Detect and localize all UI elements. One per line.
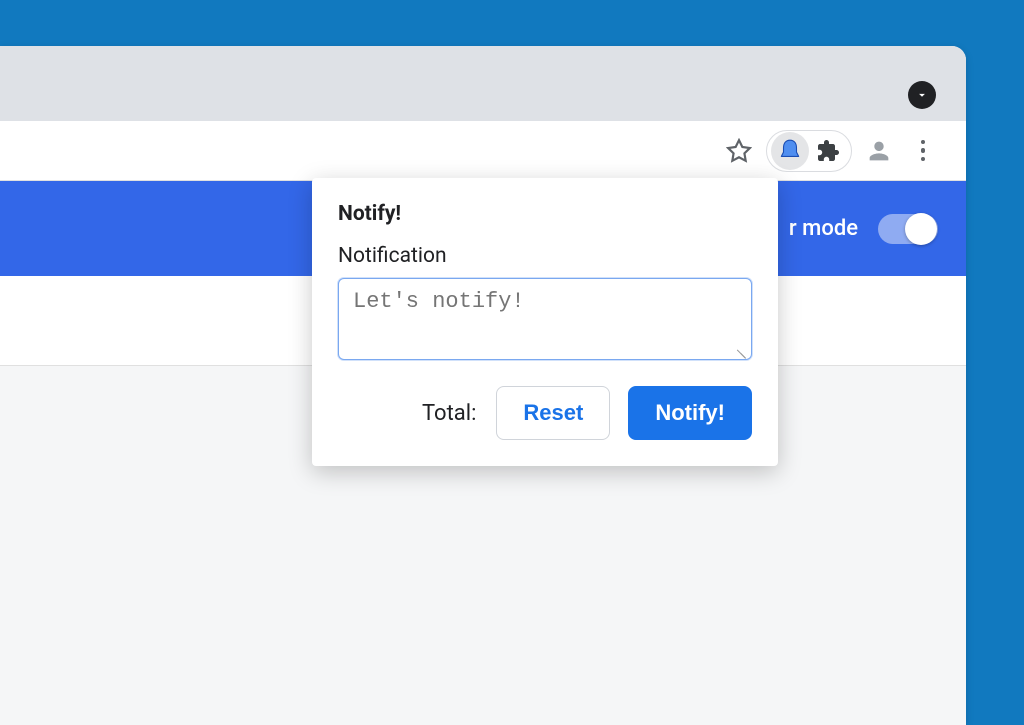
notification-textarea[interactable]: [338, 278, 752, 360]
notification-field-label: Notification: [338, 244, 752, 268]
reset-button[interactable]: Reset: [496, 386, 610, 440]
notify-button[interactable]: Notify!: [628, 386, 752, 440]
profile-avatar-button[interactable]: [858, 130, 900, 172]
popup-title: Notify!: [338, 202, 752, 226]
bell-icon: [777, 138, 803, 164]
extensions-pill: [766, 130, 852, 172]
textarea-container: [338, 278, 752, 364]
star-outline-icon: [726, 138, 752, 164]
extension-popup: Notify! Notification Total: Reset Notify…: [312, 178, 778, 466]
browser-tab-strip: [0, 46, 966, 121]
total-label: Total:: [422, 401, 476, 426]
browser-menu-button[interactable]: [902, 130, 944, 172]
tab-overflow-button[interactable]: [908, 81, 936, 109]
extensions-menu-button[interactable]: [809, 132, 847, 170]
popup-footer: Total: Reset Notify!: [338, 386, 752, 440]
bookmark-star-button[interactable]: [718, 130, 760, 172]
puzzle-piece-icon: [816, 139, 840, 163]
mode-label: r mode: [789, 216, 858, 241]
person-icon: [865, 137, 893, 165]
notify-extension-button[interactable]: [771, 132, 809, 170]
chevron-down-icon: [915, 88, 929, 102]
mode-toggle[interactable]: [878, 214, 938, 244]
more-vertical-icon: [921, 140, 926, 162]
toggle-knob: [905, 213, 937, 245]
browser-toolbar: [0, 121, 966, 181]
